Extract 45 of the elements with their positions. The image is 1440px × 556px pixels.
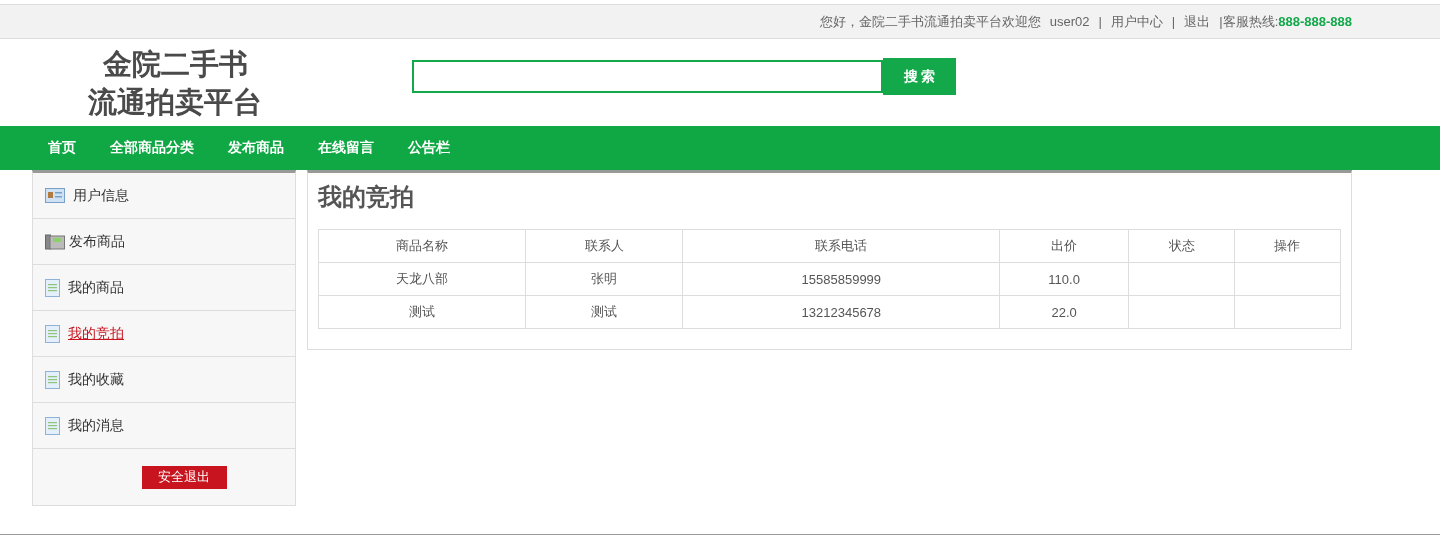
column-header: 出价 [999,229,1129,263]
table-cell: 测试 [318,295,526,329]
sidebar-link[interactable]: 用户信息 [69,186,129,205]
table-cell: 13212345678 [682,295,1000,329]
column-header: 商品名称 [318,229,526,263]
nav-link[interactable]: 首页 [48,139,76,157]
document-icon [45,370,60,389]
logo-text: 金院二手书 [102,46,248,82]
separator: | [1219,14,1223,29]
nav-link[interactable]: 发布商品 [228,139,284,157]
sidebar-link[interactable]: 我的收藏 [64,370,124,389]
top-link[interactable]: 退出 [1184,12,1211,31]
table-cell: 22.0 [999,295,1129,329]
nav-link[interactable]: 全部商品分类 [110,139,194,157]
top-link[interactable]: 用户中心 [1110,12,1163,31]
page-title: 我的竞拍 [318,182,415,212]
table-cell: 天龙八部 [318,262,526,296]
document-icon [45,278,60,297]
sidebar-link[interactable]: 我的消息 [64,416,124,435]
table-cell: 测试 [525,295,683,329]
id-card-icon [45,188,65,203]
table-cell: 15585859999 [682,262,1000,296]
column-header: 联系人 [525,229,683,263]
document-icon [45,324,60,343]
phone-icon [45,233,65,250]
nav-link[interactable]: 公告栏 [408,139,450,157]
separator: | [1098,14,1102,29]
sidebar-link[interactable]: 发布商品 [69,232,125,251]
table-cell: 110.0 [999,262,1129,296]
sidebar-link[interactable]: 我的商品 [64,278,124,297]
hotline-number: 888-888-888 [1278,14,1352,29]
logout-button[interactable]: 安全退出 [141,465,227,489]
column-header: 操作 [1234,229,1341,263]
column-header: 状态 [1128,229,1235,263]
search-button[interactable]: 搜 索 [883,58,956,95]
document-icon [45,416,60,435]
separator: | [1171,14,1176,29]
table-cell: 张明 [525,262,683,296]
nav-link[interactable]: 在线留言 [318,139,374,157]
column-header: 联系电话 [682,229,1000,263]
search-field[interactable] [412,60,883,93]
sidebar-link[interactable]: 我的竞拍 [64,324,124,343]
top-text: 您好，金院二手书流通拍卖平台欢迎您 [819,12,1041,31]
top-link[interactable]: user02 [1049,14,1090,29]
logo-text: 流通拍卖平台 [88,84,262,120]
